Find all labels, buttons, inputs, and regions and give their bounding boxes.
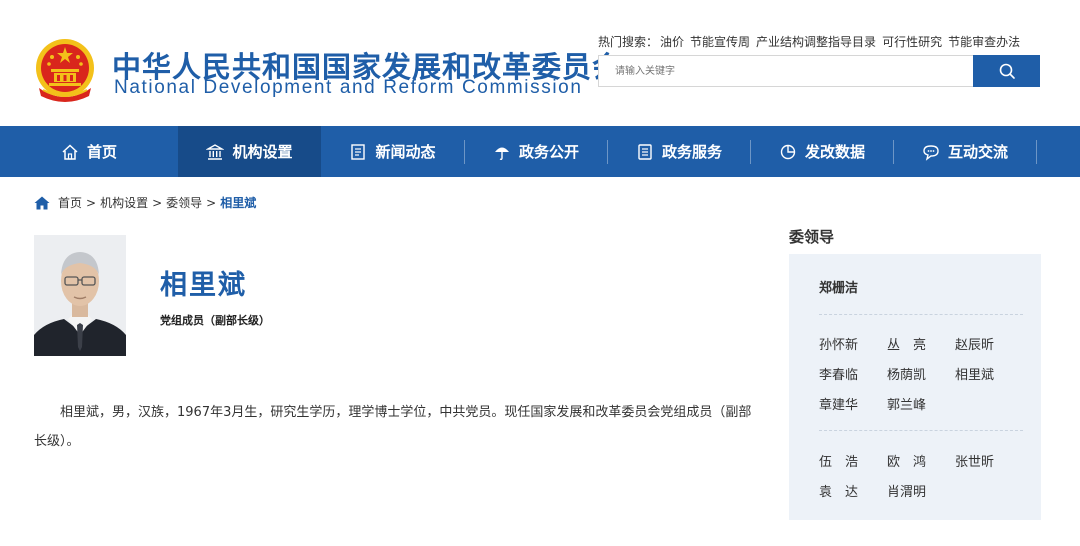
document-icon	[636, 143, 654, 161]
breadcrumb-separator: >	[206, 195, 217, 210]
building-icon	[206, 143, 225, 161]
home-icon	[61, 143, 79, 161]
leader-link[interactable]: 丛 亮	[887, 334, 926, 353]
nav-item-home[interactable]: 首页	[0, 126, 178, 177]
hot-search-term[interactable]: 节能宣传周	[690, 35, 750, 49]
national-emblem-logo[interactable]	[33, 38, 97, 104]
nav-label: 政务服务	[661, 143, 722, 161]
search-bar	[598, 55, 1040, 87]
news-icon	[349, 143, 367, 161]
profile-position: 党组成员（副部长级）	[160, 314, 270, 327]
breadcrumb-link-leaders[interactable]: 委领导	[166, 194, 202, 211]
leader-link[interactable]: 肖渭明	[887, 481, 926, 500]
profile-bio: 相里斌，男，汉族，1967年3月生，研究生学历，理学博士学位，中共党员。现任国家…	[34, 405, 752, 449]
hot-search-label: 热门搜索：	[598, 35, 659, 49]
main-nav: 首页 机构设置 新闻动态 政务公开 政务服务 发改数据 互动交流	[0, 126, 1080, 177]
nav-item-news[interactable]: 新闻动态	[321, 126, 464, 177]
nav-item-interaction[interactable]: 互动交流	[894, 126, 1036, 177]
leader-link[interactable]: 孙怀新	[819, 334, 858, 353]
nav-item-government-services[interactable]: 政务服务	[608, 126, 750, 177]
leader-link[interactable]: 赵辰昕	[955, 334, 994, 353]
nav-divider	[1036, 139, 1037, 164]
leader-link[interactable]: 相里斌	[955, 364, 994, 383]
leader-link[interactable]: 伍 浩	[819, 451, 858, 470]
nav-label: 机构设置	[232, 143, 293, 161]
leader-link[interactable]: 章建华	[819, 394, 858, 413]
breadcrumb-link-home[interactable]: 首页	[58, 194, 82, 211]
leader-link[interactable]: 袁 达	[819, 481, 858, 500]
sidebar-divider	[819, 314, 1023, 315]
nav-item-organization[interactable]: 机构设置	[178, 126, 321, 177]
breadcrumb: 首页 > 机构设置 > 委领导 > 相里斌	[34, 194, 256, 211]
umbrella-icon	[493, 143, 511, 161]
home-icon[interactable]	[34, 196, 50, 210]
nav-item-government-affairs[interactable]: 政务公开	[465, 126, 607, 177]
sidebar-title: 委领导	[789, 228, 835, 246]
hot-search: 热门搜索： 油价 节能宣传周 产业结构调整指导目录 可行性研究 节能审查办法	[598, 33, 1026, 50]
breadcrumb-separator: >	[86, 195, 97, 210]
pie-chart-icon	[779, 143, 797, 161]
nav-label: 互动交流	[947, 143, 1008, 161]
profile-photo	[34, 235, 126, 356]
nav-label: 发改数据	[804, 143, 865, 161]
search-icon	[999, 63, 1015, 79]
nav-label: 政务公开	[518, 143, 579, 161]
nav-label: 新闻动态	[375, 143, 436, 161]
leader-link[interactable]: 杨荫凯	[887, 364, 926, 383]
breadcrumb-current: 相里斌	[220, 196, 257, 210]
profile-name: 相里斌	[160, 270, 247, 301]
leader-link[interactable]: 欧 鸿	[887, 451, 926, 470]
site-header: 中华人民共和国国家发展和改革委员会 National Development a…	[0, 0, 1080, 126]
search-button[interactable]	[973, 55, 1040, 87]
sidebar-divider	[819, 430, 1023, 431]
nav-label: 首页	[86, 143, 117, 161]
hot-search-term[interactable]: 产业结构调整指导目录	[756, 35, 876, 49]
leader-link[interactable]: 李春临	[819, 364, 858, 383]
hot-search-term[interactable]: 油价	[660, 35, 684, 49]
hot-search-term[interactable]: 可行性研究	[882, 35, 942, 49]
hot-search-term[interactable]: 节能审查办法	[948, 35, 1020, 49]
nav-item-data[interactable]: 发改数据	[751, 126, 893, 177]
leader-link[interactable]: 郑栅洁	[819, 277, 858, 296]
leader-link[interactable]: 郭兰峰	[887, 394, 926, 413]
breadcrumb-link-organization[interactable]: 机构设置	[100, 194, 148, 211]
leader-link[interactable]: 张世昕	[955, 451, 994, 470]
breadcrumb-separator: >	[152, 195, 163, 210]
site-title-en: National Development and Reform Commissi…	[114, 77, 583, 98]
chat-icon	[922, 143, 940, 161]
search-input[interactable]	[599, 56, 973, 86]
